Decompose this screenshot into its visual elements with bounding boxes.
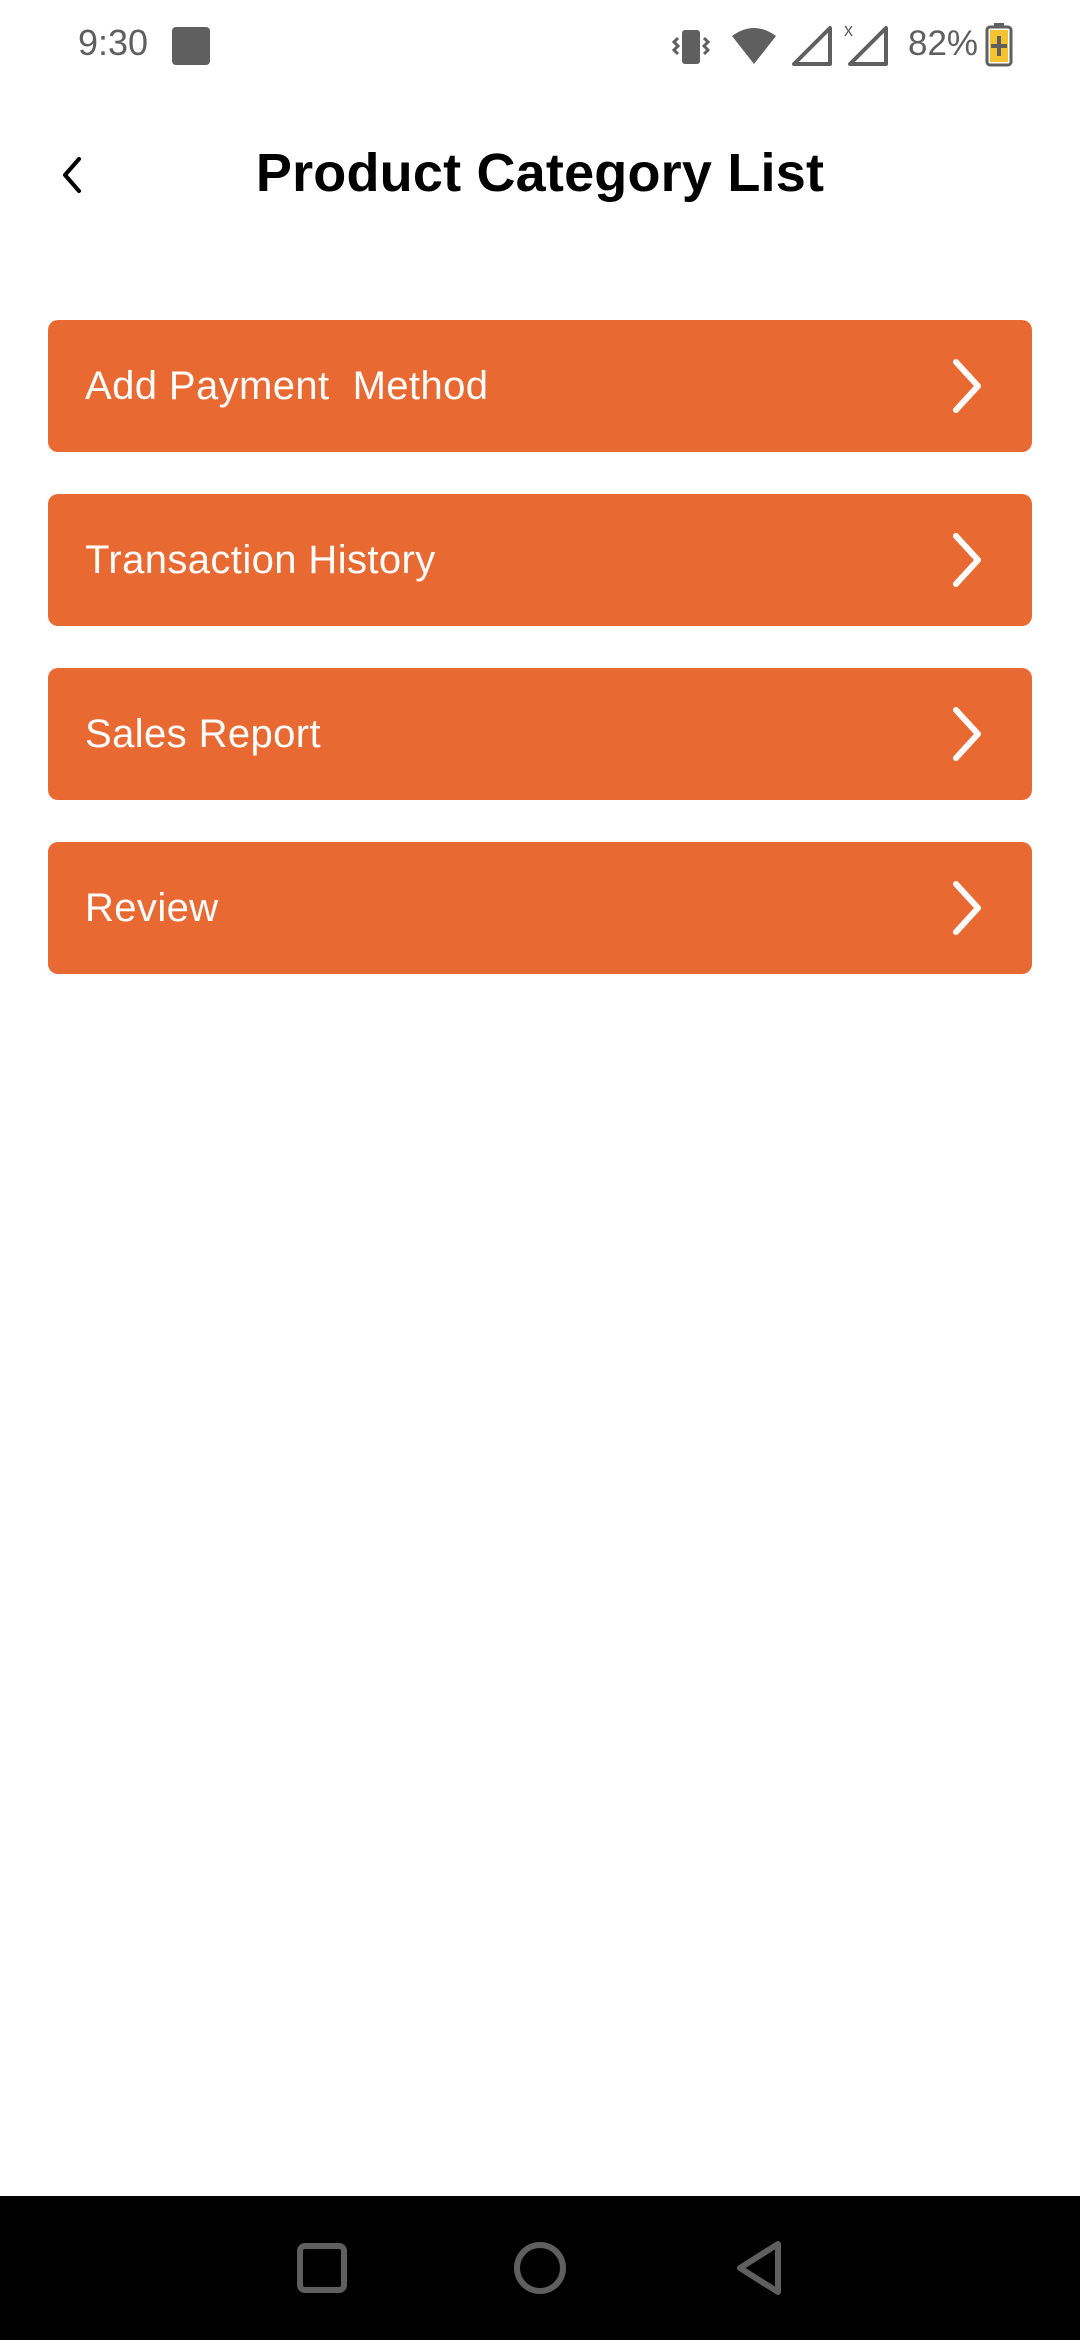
system-back-button[interactable] [724,2232,796,2304]
navigation-bar [0,2196,1080,2340]
status-time: 9:30 [78,22,149,63]
home-button[interactable] [504,2232,576,2304]
vibrate-icon [671,30,711,64]
chevron-right-icon [944,878,988,938]
menu-item-add-payment-method[interactable]: Add Payment Method [48,320,1032,452]
status-bar: 9:30 x 82% [0,0,1080,92]
home-icon [514,2242,566,2294]
menu-item-label: Add Payment Method [85,363,489,408]
chevron-right-icon [944,356,988,416]
wifi-icon [732,28,776,64]
recents-icon [297,2243,347,2293]
signal-icon [792,26,832,66]
battery-percent: 82% [908,24,979,63]
battery-charging-icon [985,23,1013,67]
page-title: Product Category List [255,143,825,203]
menu-item-label: Transaction History [85,537,436,582]
menu-item-review[interactable]: Review [48,842,1032,974]
chevron-right-icon [944,704,988,764]
svg-text:x: x [844,20,853,40]
menu-item-label: Review [85,885,219,930]
menu-item-label: Sales Report [85,711,322,756]
menu-item-sales-report[interactable]: Sales Report [48,668,1032,800]
menu-list: Add Payment Method Transaction History S… [48,320,1032,1016]
header: Product Category List [0,120,1080,230]
signal-no-data-icon: x [844,20,888,66]
notification-icon [172,27,210,65]
recents-button[interactable] [286,2232,358,2304]
menu-item-transaction-history[interactable]: Transaction History [48,494,1032,626]
chevron-right-icon [944,530,988,590]
back-triangle-icon [737,2241,781,2295]
